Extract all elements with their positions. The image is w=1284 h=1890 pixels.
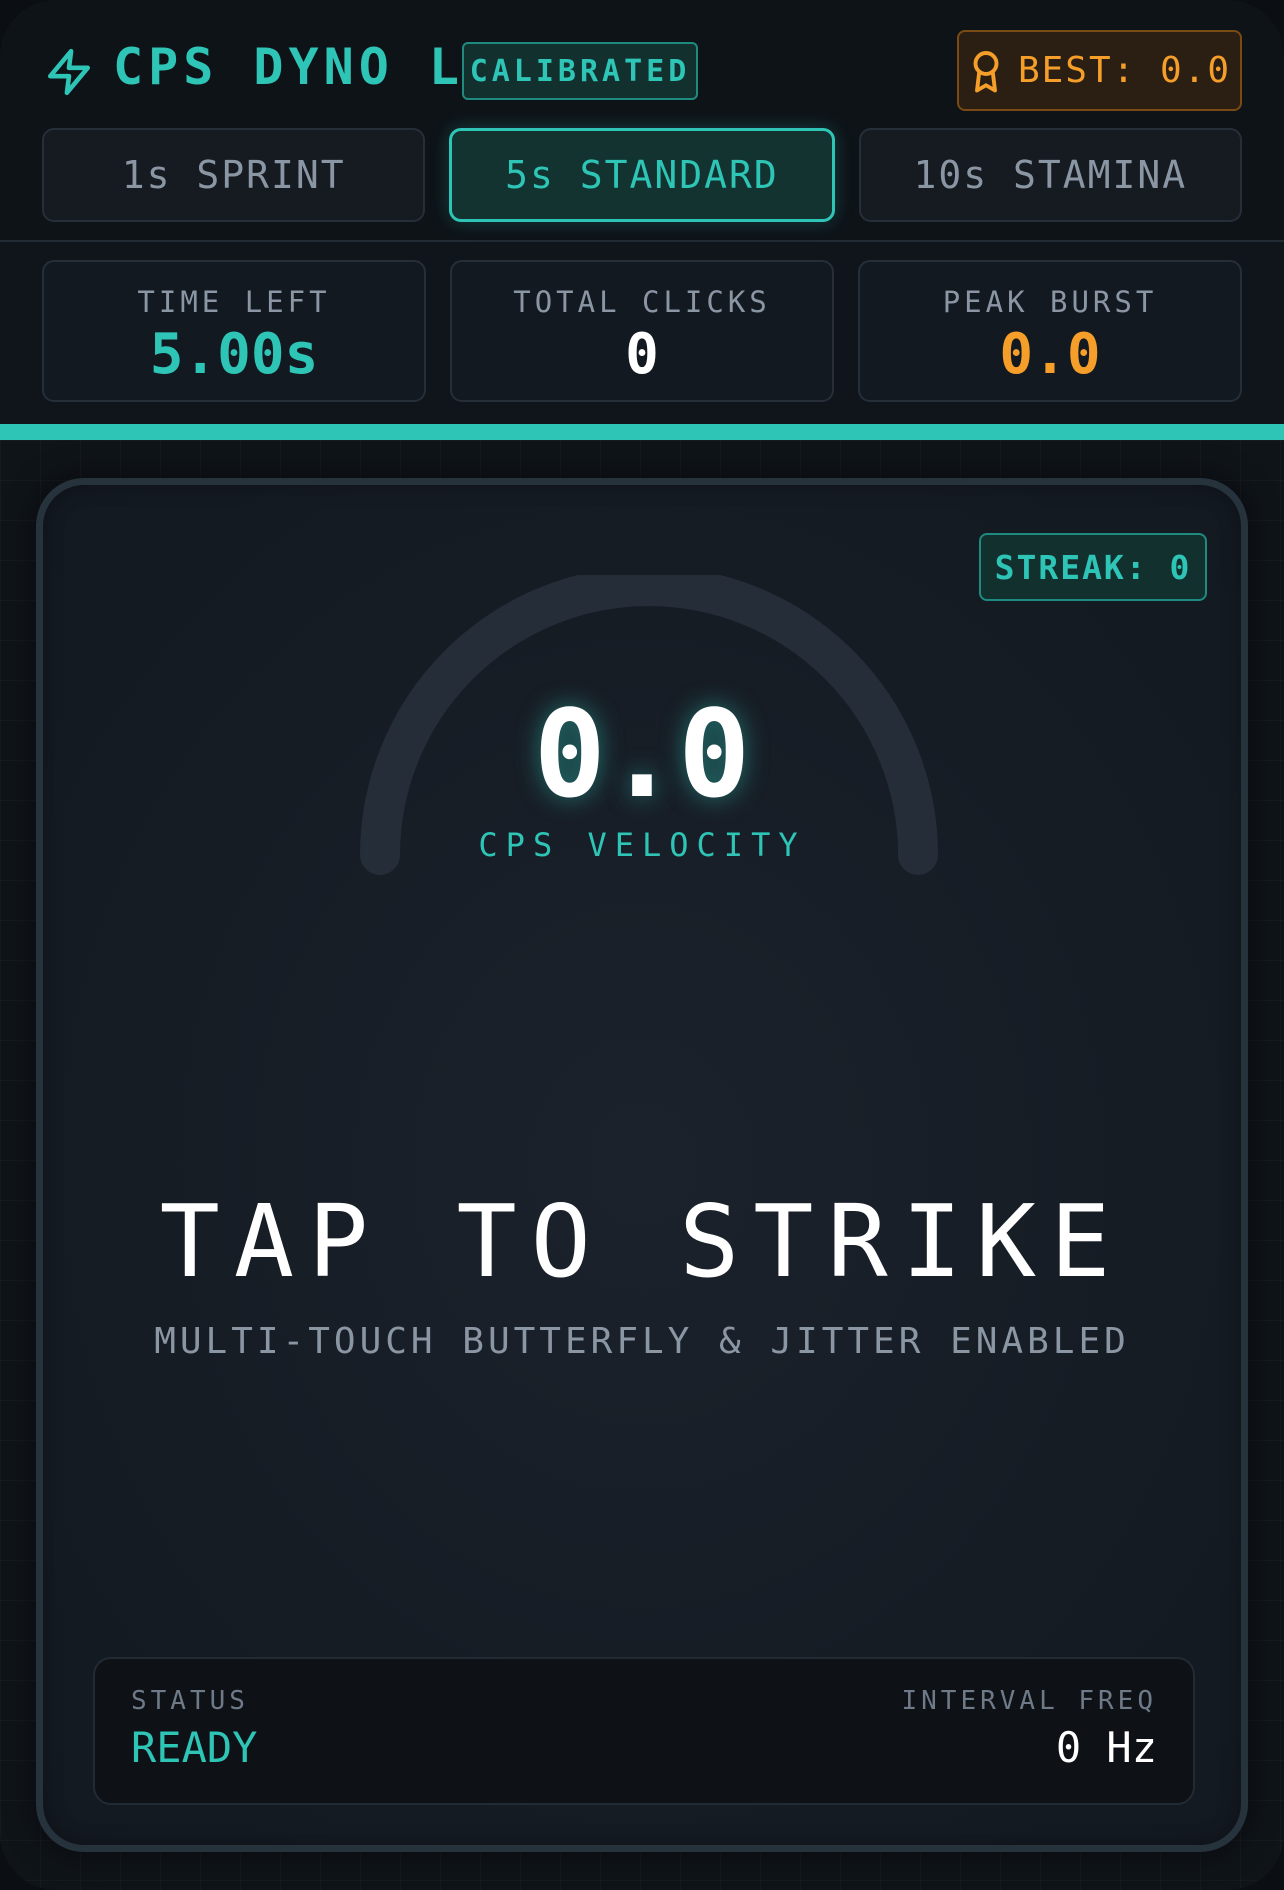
- total-clicks-card: TOTAL CLICKS 0: [450, 260, 834, 402]
- strike-pad[interactable]: STREAK: 0 0.0 CPS VELOCITY TAP TO STRIKE…: [36, 478, 1248, 1852]
- calibrated-badge: CALIBRATED: [462, 42, 698, 100]
- time-left-value: 5.00s: [149, 322, 319, 387]
- peak-burst-value: 0.0: [999, 322, 1101, 387]
- lightning-bolt-icon: [47, 48, 91, 96]
- best-score-label: BEST: 0.0: [1017, 50, 1232, 91]
- tap-to-strike-title: TAP TO STRIKE: [159, 1183, 1125, 1300]
- tab-1s-sprint[interactable]: 1s SPRINT: [42, 128, 426, 222]
- streak-badge: STREAK: 0: [979, 533, 1207, 601]
- time-left-label: TIME LEFT: [137, 285, 331, 319]
- total-clicks-value: 0: [625, 322, 659, 387]
- time-progress-fill: [0, 424, 1284, 440]
- time-left-card: TIME LEFT 5.00s: [42, 260, 426, 402]
- interval-freq-label: INTERVAL FREQ: [901, 1686, 1157, 1716]
- tab-10s-stamina[interactable]: 10s STAMINA: [858, 128, 1242, 222]
- total-clicks-label: TOTAL CLICKS: [513, 285, 771, 319]
- tap-subtitle: MULTI-TOUCH BUTTERFLY & JITTER ENABLED: [154, 1321, 1130, 1362]
- stats-row: TIME LEFT 5.00s TOTAL CLICKS 0 PEAK BURS…: [42, 260, 1242, 402]
- time-progress-bar: [0, 424, 1284, 440]
- interval-freq-value: 0 Hz: [1055, 1723, 1157, 1772]
- app-root: CPS DYNO LAB CALIBRATED BEST: 0.0 1s SPR…: [0, 0, 1284, 1890]
- status-value: READY: [131, 1723, 258, 1772]
- mode-tabs: 1s SPRINT 5s STANDARD 10s STAMINA: [42, 128, 1242, 222]
- cps-value: 0.0: [533, 686, 751, 825]
- peak-burst-label: PEAK BURST: [942, 285, 1158, 319]
- status-bar: STATUS READY INTERVAL FREQ 0 Hz: [93, 1657, 1195, 1805]
- tab-5s-standard[interactable]: 5s STANDARD: [449, 128, 835, 222]
- header: CPS DYNO LAB CALIBRATED BEST: 0.0 1s SPR…: [0, 0, 1284, 242]
- best-score-badge: BEST: 0.0: [957, 30, 1242, 111]
- cps-label: CPS VELOCITY: [478, 826, 806, 864]
- status-label: STATUS: [131, 1686, 249, 1716]
- award-icon: [973, 50, 999, 92]
- peak-burst-card: PEAK BURST 0.0: [858, 260, 1242, 402]
